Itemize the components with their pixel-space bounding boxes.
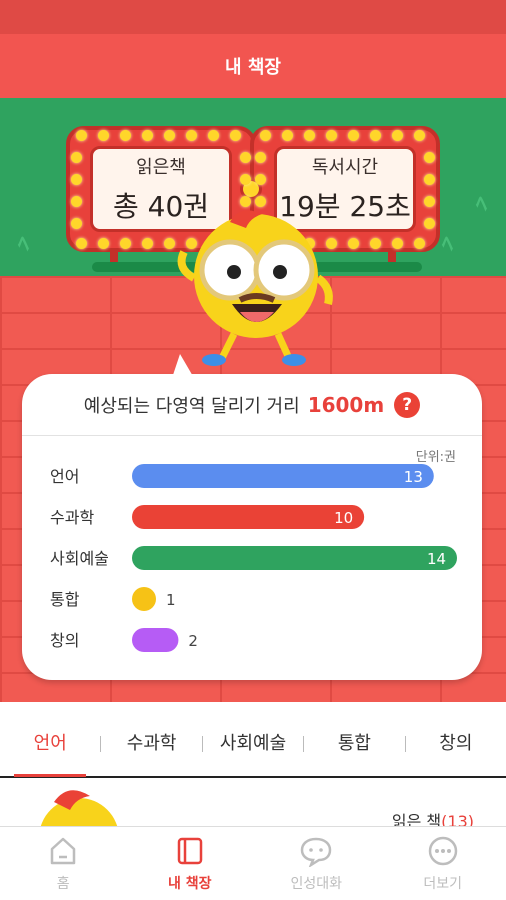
light-bulb-icon <box>240 196 251 207</box>
chart-bar <box>132 628 179 652</box>
light-bulb-icon <box>71 152 82 163</box>
light-bulb-icon <box>255 174 266 185</box>
light-bulb-icon <box>76 130 87 141</box>
help-icon[interactable]: ? <box>394 391 421 418</box>
tab-social-arts[interactable]: 사회예술 <box>203 711 303 777</box>
reading-time-label: 독서시간 <box>311 157 379 178</box>
chart-category-label: 사회예술 <box>50 549 109 568</box>
grass-tuft-icon: ﾍ <box>476 192 488 217</box>
tab-math-science[interactable]: 수과학 <box>101 711 201 777</box>
category-bar-chart: 언어 13 수과학 10 사회예술 14 통합 1 창의 2 <box>50 464 457 652</box>
light-bulb-icon <box>414 130 425 141</box>
light-bulb-icon <box>120 130 131 141</box>
light-bulb-icon <box>260 130 271 141</box>
books-count: 읽은 책(13) <box>391 812 474 826</box>
bubble-tail <box>172 354 194 378</box>
chart-category-label: 통합 <box>50 590 80 609</box>
bookshelf-icon <box>177 837 202 864</box>
mascot-peek-icon <box>40 790 118 826</box>
nav-chat-label: 인성대화 <box>290 875 343 892</box>
light-bulb-icon <box>230 130 241 141</box>
nav-bookshelf-label: 내 책장 <box>167 875 212 892</box>
chart-category-label: 언어 <box>50 467 79 486</box>
light-bulb-icon <box>424 196 435 207</box>
grass-tuft-icon: ﾍ <box>18 232 30 257</box>
bottom-navigation: 홈 내 책장 인성대화 더보기 <box>0 826 506 900</box>
light-bulb-icon <box>76 238 87 249</box>
chart-value-label: 14 <box>427 550 446 568</box>
chart-bar <box>132 587 156 611</box>
book-list-preview: 읽은 책(13) <box>0 780 506 826</box>
light-bulb-icon <box>71 218 82 229</box>
tab-creativity[interactable]: 창의 <box>406 711 506 777</box>
category-tabs: 언어 수과학 사회예술 통합 창의 <box>0 712 506 778</box>
nav-chat[interactable]: 인성대화 <box>253 827 380 900</box>
distance-header: 예상되는 다영역 달리기 거리 1600m ? <box>22 374 482 436</box>
books-read-label: 읽은책 <box>136 157 186 178</box>
light-bulb-icon <box>370 238 381 249</box>
light-bulb-icon <box>142 130 153 141</box>
light-bulb-icon <box>240 152 251 163</box>
nav-more[interactable]: 더보기 <box>380 827 506 900</box>
light-bulb-icon <box>240 174 251 185</box>
light-bulb-icon <box>392 130 403 141</box>
light-bulb-icon <box>392 238 403 249</box>
chart-bar <box>132 505 365 529</box>
nav-more-label: 더보기 <box>423 875 463 892</box>
light-bulb-icon <box>164 130 175 141</box>
distance-label: 예상되는 다영역 달리기 거리 <box>83 395 300 417</box>
chat-icon <box>300 837 332 867</box>
light-bulb-icon <box>208 130 219 141</box>
light-bulb-icon <box>424 218 435 229</box>
light-bulb-icon <box>326 130 337 141</box>
light-bulb-icon <box>370 130 381 141</box>
light-bulb-icon <box>414 238 425 249</box>
app-header: 내 책장 <box>0 34 506 98</box>
home-icon <box>51 837 76 864</box>
light-bulb-icon <box>186 130 197 141</box>
light-bulb-icon <box>282 130 293 141</box>
more-icon <box>428 836 457 865</box>
light-bulb-icon <box>120 238 131 249</box>
light-bulb-icon <box>348 130 359 141</box>
reading-stats-hero: ﾍ ﾍ ﾍ 읽은책 총 40권 독서시간 19분 25초 예상되는 다영역 달리… <box>0 98 506 702</box>
chart-value-label: 2 <box>188 632 198 650</box>
status-bar <box>0 0 506 34</box>
tab-integrated[interactable]: 통합 <box>304 711 404 777</box>
distance-card: 예상되는 다영역 달리기 거리 1600m ? 단위:권 언어 13 수과학 10 사회… <box>22 354 482 680</box>
chart-category-label: 수과학 <box>50 508 94 527</box>
light-bulb-icon <box>71 174 82 185</box>
nav-bookshelf[interactable]: 내 책장 <box>127 827 254 900</box>
chart-bar <box>132 464 434 488</box>
light-bulb-icon <box>142 238 153 249</box>
chart-value-label: 10 <box>334 509 353 527</box>
light-bulb-icon <box>255 152 266 163</box>
chart-value-label: 13 <box>404 468 423 486</box>
tab-language[interactable]: 언어 <box>0 711 100 777</box>
chart-bar <box>132 546 457 570</box>
chart-category-label: 창의 <box>50 631 79 650</box>
nav-home-label: 홈 <box>56 875 70 892</box>
light-bulb-icon <box>255 196 266 207</box>
light-bulb-icon <box>71 196 82 207</box>
nav-home[interactable]: 홈 <box>0 827 127 900</box>
light-bulb-icon <box>98 130 109 141</box>
light-bulb-icon <box>424 174 435 185</box>
light-bulb-icon <box>424 152 435 163</box>
light-bulb-icon <box>98 238 109 249</box>
chart-value-label: 1 <box>166 591 176 609</box>
grass-tuft-icon: ﾍ <box>442 232 454 257</box>
distance-value: 1600m <box>307 392 385 417</box>
light-bulb-icon <box>348 238 359 249</box>
page-title: 내 책장 <box>225 57 281 78</box>
light-bulb-icon <box>304 130 315 141</box>
mascot-character-icon <box>177 210 333 366</box>
